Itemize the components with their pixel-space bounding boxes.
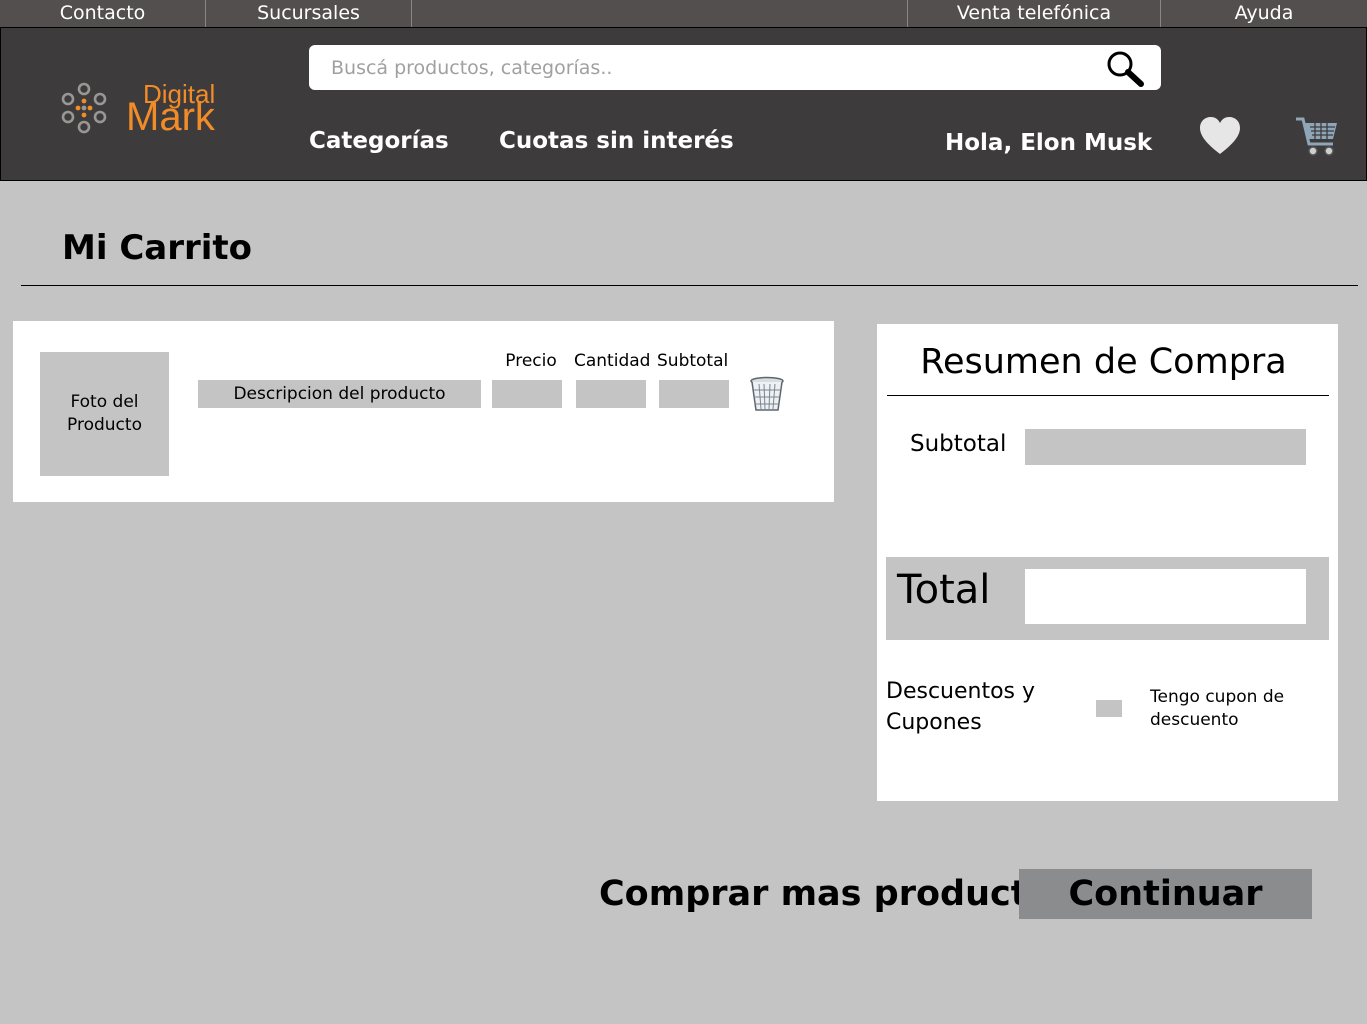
continue-shopping-link[interactable]: Comprar mas productos bbox=[599, 874, 1072, 914]
topbar-link-branches[interactable]: Sucursales bbox=[206, 0, 412, 27]
top-utility-bar: Contacto Sucursales Venta telefónica Ayu… bbox=[0, 0, 1367, 27]
heart-icon[interactable] bbox=[1199, 116, 1241, 156]
total-label: Total bbox=[897, 567, 991, 613]
summary-subtotal-label: Subtotal bbox=[910, 431, 1007, 457]
logo-text-mark: Mark bbox=[126, 95, 215, 139]
nav-categories[interactable]: Categorías bbox=[309, 128, 449, 154]
column-header-quantity: Cantidad bbox=[574, 351, 651, 371]
item-subtotal-field bbox=[659, 380, 729, 408]
cart-item-panel: Foto del Producto Precio Cantidad Subtot… bbox=[13, 321, 834, 502]
product-photo-placeholder: Foto del Producto bbox=[40, 352, 169, 476]
logo-mark-icon bbox=[61, 82, 107, 134]
topbar-link-contact[interactable]: Contacto bbox=[0, 0, 206, 27]
summary-title: Resumen de Compra bbox=[920, 342, 1287, 382]
title-divider bbox=[21, 285, 1358, 286]
nav-installments[interactable]: Cuotas sin interés bbox=[499, 128, 734, 154]
brand-logo[interactable]: Digital Mark bbox=[58, 79, 268, 139]
total-row: Total bbox=[886, 557, 1329, 640]
column-header-subtotal: Subtotal bbox=[657, 351, 729, 371]
price-field bbox=[492, 380, 562, 408]
quantity-field[interactable] bbox=[576, 380, 646, 408]
continue-button-label: Continuar bbox=[1068, 874, 1263, 914]
summary-subtotal-value bbox=[1025, 429, 1306, 465]
search-input[interactable] bbox=[331, 53, 1091, 83]
user-greeting[interactable]: Hola, Elon Musk bbox=[945, 130, 1152, 156]
trash-icon[interactable] bbox=[748, 375, 786, 413]
topbar-link-phone-sales[interactable]: Venta telefónica bbox=[908, 0, 1161, 27]
topbar-link-help[interactable]: Ayuda bbox=[1161, 0, 1367, 27]
topbar-spacer bbox=[412, 0, 908, 27]
purchase-summary-panel: Resumen de Compra Subtotal Total Descuen… bbox=[877, 324, 1338, 801]
coupon-checkbox-label[interactable]: Tengo cupon de descuento bbox=[1150, 686, 1310, 732]
search-bar bbox=[309, 45, 1161, 90]
total-value bbox=[1025, 569, 1306, 624]
discounts-label: Descuentos y Cupones bbox=[886, 679, 1036, 735]
summary-divider bbox=[887, 395, 1329, 396]
continue-button[interactable]: Continuar bbox=[1019, 869, 1312, 919]
product-description-text: Descripcion del producto bbox=[233, 384, 446, 404]
coupon-checkbox[interactable] bbox=[1096, 700, 1122, 717]
cart-icon[interactable] bbox=[1295, 114, 1339, 158]
column-header-price: Precio bbox=[505, 351, 557, 371]
search-icon[interactable] bbox=[1105, 49, 1145, 89]
page-title: Mi Carrito bbox=[62, 228, 253, 268]
product-description: Descripcion del producto bbox=[198, 380, 481, 408]
main-header: Digital Mark Categorías Cuotas sin inter… bbox=[0, 27, 1367, 181]
